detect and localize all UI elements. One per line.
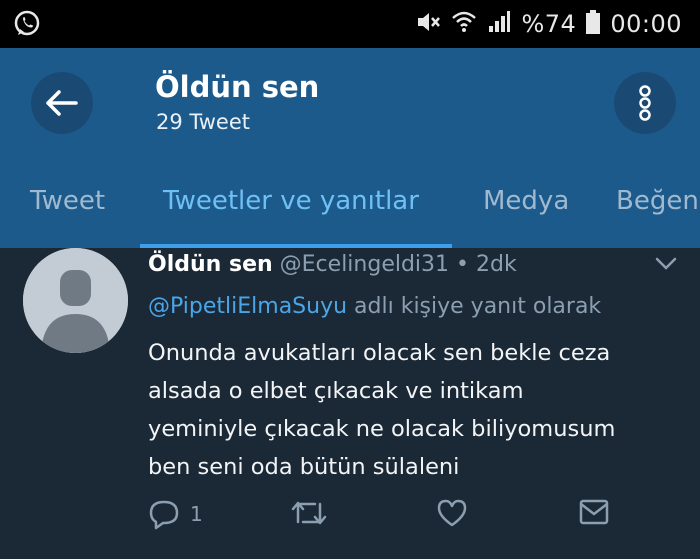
tweet-item[interactable]: Öldün sen @Ecelingeldi31 • 2dk @PipetliE… [0, 248, 700, 559]
tweet-header: Öldün sen @Ecelingeldi31 • 2dk [148, 252, 517, 277]
app-header: Öldün sen 29 Tweet [0, 48, 700, 156]
profile-tabs: Tweet Tweetler ve yanıtlar Medya Beğeni [0, 156, 700, 250]
tweet-time: 2dk [476, 252, 517, 277]
battery-icon [586, 10, 601, 38]
envelope-icon [579, 499, 609, 525]
tweet-author-name[interactable]: Öldün sen [148, 252, 273, 277]
signal-icon [487, 10, 511, 38]
wifi-icon [451, 10, 477, 38]
avatar[interactable] [23, 248, 128, 353]
tweet-count: 29 Tweet [156, 110, 250, 134]
tweet-actions: 1 [148, 498, 618, 534]
tweet-text-line: alsada o elbet çıkacak ve intikam [148, 378, 524, 404]
tweet-options-button[interactable] [654, 256, 678, 276]
like-button[interactable] [436, 498, 468, 528]
tweet-text-line: Onunda avukatları olacak sen bekle ceza [148, 340, 611, 366]
clock: 00:00 [610, 10, 682, 38]
chevron-down-icon [655, 257, 677, 270]
tab-likes[interactable]: Beğeni [616, 186, 700, 216]
reply-icon [149, 500, 179, 530]
reply-mention-link[interactable]: @PipetliElmaSuyu [148, 294, 347, 319]
status-bar: %74 00:00 [0, 0, 700, 48]
whatsapp-icon [12, 9, 42, 43]
reply-context: @PipetliElmaSuyu adlı kişiye yanıt olara… [148, 294, 601, 319]
back-button[interactable] [31, 72, 93, 134]
reply-count: 1 [190, 502, 203, 526]
more-vertical-icon [639, 85, 651, 121]
profile-title: Öldün sen [155, 70, 320, 104]
tab-media[interactable]: Medya [483, 186, 569, 216]
overflow-menu-button[interactable] [614, 72, 676, 134]
separator-dot: • [456, 252, 470, 277]
reply-button[interactable]: 1 [148, 498, 203, 530]
mute-icon [415, 10, 441, 38]
retweet-icon [291, 501, 327, 525]
tweet-text: Onunda avukatları olacak sen bekle ceza … [148, 334, 688, 486]
tweet-text-line: ben seni oda bütün sülaleni [148, 454, 460, 480]
reply-context-text: adlı kişiye yanıt olarak [347, 294, 602, 319]
tab-tweet[interactable]: Tweet [30, 186, 105, 216]
back-arrow-icon [46, 90, 78, 116]
default-avatar-icon [23, 248, 128, 353]
tab-tweets-and-replies[interactable]: Tweetler ve yanıtlar [163, 186, 419, 216]
retweet-button[interactable] [290, 498, 328, 528]
direct-message-button[interactable] [578, 498, 610, 526]
battery-percent: %74 [521, 10, 577, 38]
tweet-text-line: yeminiyle çıkacak ne olacak biliyomusum [148, 416, 616, 442]
heart-icon [437, 499, 467, 527]
tweet-author-handle[interactable]: @Ecelingeldi31 [280, 252, 449, 277]
